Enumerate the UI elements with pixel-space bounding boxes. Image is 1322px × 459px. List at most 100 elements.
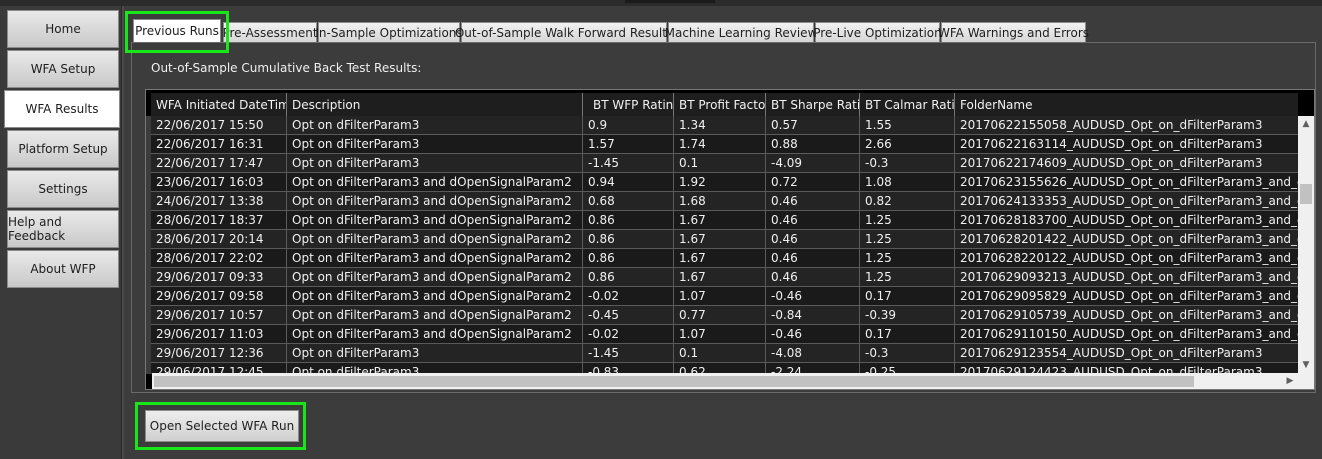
cell-folder-name: 20170624133353_AUDUSD_Opt_on_dFilterPara… <box>955 192 1298 211</box>
column-header-sharpe-ratio[interactable]: BT Sharpe Ratio <box>766 93 860 116</box>
column-header-calmar-ratio[interactable]: BT Calmar Ratio <box>860 93 955 116</box>
tab-previous-runs[interactable]: Previous Runs <box>133 19 221 42</box>
cell-profit-factor: 1.34 <box>674 116 766 135</box>
cell-folder-name: 20170622155058_AUDUSD_Opt_on_dFilterPara… <box>955 116 1298 135</box>
tab-out-of-sample-walk-forward-results[interactable]: Out-of-Sample Walk Forward Results <box>455 22 673 42</box>
cell-folder-name: 20170629110150_AUDUSD_Opt_on_dFilterPara… <box>955 325 1298 344</box>
cell-datetime: 24/06/2017 13:38 <box>151 192 287 211</box>
cell-datetime: 29/06/2017 12:45 <box>151 363 287 373</box>
column-header-datetime[interactable]: WFA Initiated DateTime <box>151 93 287 116</box>
table-row[interactable]: 28/06/2017 22:02 Opt on dFilterParam3 and… <box>151 249 1298 268</box>
grid-rows: 22/06/2017 15:50 Opt on dFilterParam3 0.9 1… <box>151 116 1298 373</box>
cell-profit-factor: 0.77 <box>674 306 766 325</box>
cell-description: Opt on dFilterParam3 <box>287 135 583 154</box>
cell-sharpe-ratio: 0.57 <box>766 116 860 135</box>
tab-pre-live-optimization[interactable]: Pre-Live Optimization <box>813 22 942 42</box>
table-row[interactable]: 29/06/2017 12:45 Opt on dFilterParam3 -0.8… <box>151 363 1298 373</box>
column-header-description[interactable]: Description <box>287 93 583 116</box>
cell-description: Opt on dFilterParam3 and dOpenSignalPara… <box>287 287 583 306</box>
cell-description: Opt on dFilterParam3 and dOpenSignalPara… <box>287 192 583 211</box>
column-header-wfp-rating[interactable]: BT WFP Rating <box>583 93 674 116</box>
cell-folder-name: 20170622163114_AUDUSD_Opt_on_dFilterPara… <box>955 135 1298 154</box>
sidebar-item-platform-setup[interactable]: Platform Setup <box>7 130 119 168</box>
tab-in-sample-optimizations[interactable]: In-Sample Optimizations <box>315 22 463 42</box>
cell-calmar-ratio: 1.25 <box>860 249 955 268</box>
horizontal-scroll-thumb[interactable] <box>154 376 1194 387</box>
cell-wfp-rating: -0.45 <box>583 306 674 325</box>
cell-profit-factor: 1.07 <box>674 287 766 306</box>
vertical-scrollbar[interactable]: ▲ ▼ <box>1298 116 1314 373</box>
table-row[interactable]: 28/06/2017 20:14 Opt on dFilterParam3 and… <box>151 230 1298 249</box>
cell-profit-factor: 1.67 <box>674 211 766 230</box>
cell-profit-factor: 0.1 <box>674 154 766 173</box>
table-row[interactable]: 28/06/2017 18:37 Opt on dFilterParam3 and… <box>151 211 1298 230</box>
cell-sharpe-ratio: -0.84 <box>766 306 860 325</box>
cell-profit-factor: 1.67 <box>674 249 766 268</box>
scroll-up-arrow-icon[interactable]: ▲ <box>1298 116 1314 132</box>
cell-folder-name: 20170629124423_AUDUSD_Opt_on_dFilterPara… <box>955 363 1298 373</box>
cell-wfp-rating: 0.86 <box>583 268 674 287</box>
sidebar-item-help-and-feedback[interactable]: Help and Feedback <box>7 210 119 248</box>
tab-machine-learning-review[interactable]: Machine Learning Review <box>665 22 817 42</box>
scroll-down-arrow-icon[interactable]: ▼ <box>1298 357 1314 373</box>
sidebar-item-about-wfp[interactable]: About WFP <box>7 250 119 288</box>
horizontal-scrollbar[interactable] <box>152 373 1298 389</box>
cell-profit-factor: 1.67 <box>674 268 766 287</box>
table-row[interactable]: 29/06/2017 11:03 Opt on dFilterParam3 and… <box>151 325 1298 344</box>
cell-description: Opt on dFilterParam3 and dOpenSignalPara… <box>287 325 583 344</box>
cell-description: Opt on dFilterParam3 and dOpenSignalPara… <box>287 268 583 287</box>
cell-wfp-rating: 0.86 <box>583 249 674 268</box>
cell-calmar-ratio: 1.25 <box>860 211 955 230</box>
sidebar-item-wfa-results[interactable]: WFA Results <box>4 90 120 128</box>
table-row[interactable]: 22/06/2017 16:31 Opt on dFilterParam3 1.57… <box>151 135 1298 154</box>
scroll-right-arrow-icon[interactable]: ▶ <box>1282 373 1298 389</box>
cell-description: Opt on dFilterParam3 and dOpenSignalPara… <box>287 173 583 192</box>
cell-sharpe-ratio: 0.88 <box>766 135 860 154</box>
cell-calmar-ratio: 0.17 <box>860 287 955 306</box>
cell-description: Opt on dFilterParam3 <box>287 344 583 363</box>
cell-calmar-ratio: 1.25 <box>860 230 955 249</box>
table-row[interactable]: 22/06/2017 17:47 Opt on dFilterParam3 -1.4… <box>151 154 1298 173</box>
cell-datetime: 29/06/2017 11:03 <box>151 325 287 344</box>
table-row[interactable]: 24/06/2017 13:38 Opt on dFilterParam3 and… <box>151 192 1298 211</box>
cell-profit-factor: 0.1 <box>674 344 766 363</box>
sidebar-divider <box>121 6 124 459</box>
table-row[interactable]: 29/06/2017 09:33 Opt on dFilterParam3 and… <box>151 268 1298 287</box>
column-header-profit-factor[interactable]: BT Profit Factor <box>674 93 766 116</box>
cell-description: Opt on dFilterParam3 and dOpenSignalPara… <box>287 306 583 325</box>
cell-folder-name: 20170629123554_AUDUSD_Opt_on_dFilterPara… <box>955 344 1298 363</box>
cell-datetime: 22/06/2017 15:50 <box>151 116 287 135</box>
table-row[interactable]: 29/06/2017 10:57 Opt on dFilterParam3 and… <box>151 306 1298 325</box>
cell-datetime: 28/06/2017 18:37 <box>151 211 287 230</box>
top-bar-highlight <box>625 0 715 3</box>
cell-calmar-ratio: -0.3 <box>860 154 955 173</box>
cell-sharpe-ratio: 0.46 <box>766 249 860 268</box>
tab-wfa-warnings-and-errors[interactable]: WFA Warnings and Errors <box>938 22 1089 42</box>
cell-wfp-rating: -1.45 <box>583 344 674 363</box>
cell-description: Opt on dFilterParam3 <box>287 363 583 373</box>
open-selected-wfa-run-button[interactable]: Open Selected WFA Run <box>145 410 299 442</box>
cell-wfp-rating: 0.9 <box>583 116 674 135</box>
cell-folder-name: 20170628220122_AUDUSD_Opt_on_dFilterPara… <box>955 249 1298 268</box>
cell-wfp-rating: 1.57 <box>583 135 674 154</box>
tab-pre-assessment[interactable]: Pre-Assessment <box>222 22 318 42</box>
table-row[interactable]: 22/06/2017 15:50 Opt on dFilterParam3 0.9 1… <box>151 116 1298 135</box>
table-row[interactable]: 29/06/2017 12:36 Opt on dFilterParam3 -1.4… <box>151 344 1298 363</box>
cell-datetime: 29/06/2017 09:58 <box>151 287 287 306</box>
cell-sharpe-ratio: -2.24 <box>766 363 860 373</box>
cell-datetime: 22/06/2017 17:47 <box>151 154 287 173</box>
cell-calmar-ratio: 0.82 <box>860 192 955 211</box>
sidebar-item-wfa-setup[interactable]: WFA Setup <box>7 50 119 88</box>
column-header-folder-name[interactable]: FolderName <box>955 93 1298 116</box>
cell-sharpe-ratio: -4.08 <box>766 344 860 363</box>
cell-wfp-rating: 0.94 <box>583 173 674 192</box>
cell-profit-factor: 1.67 <box>674 230 766 249</box>
cell-profit-factor: 1.07 <box>674 325 766 344</box>
sidebar-item-settings[interactable]: Settings <box>7 170 119 208</box>
table-row[interactable]: 29/06/2017 09:58 Opt on dFilterParam3 and… <box>151 287 1298 306</box>
vertical-scroll-thumb[interactable] <box>1300 184 1312 204</box>
table-row[interactable]: 23/06/2017 16:03 Opt on dFilterParam3 and… <box>151 173 1298 192</box>
cell-sharpe-ratio: 0.72 <box>766 173 860 192</box>
sidebar-item-home[interactable]: Home <box>7 10 119 48</box>
cell-folder-name: 20170628201422_AUDUSD_Opt_on_dFilterPara… <box>955 230 1298 249</box>
